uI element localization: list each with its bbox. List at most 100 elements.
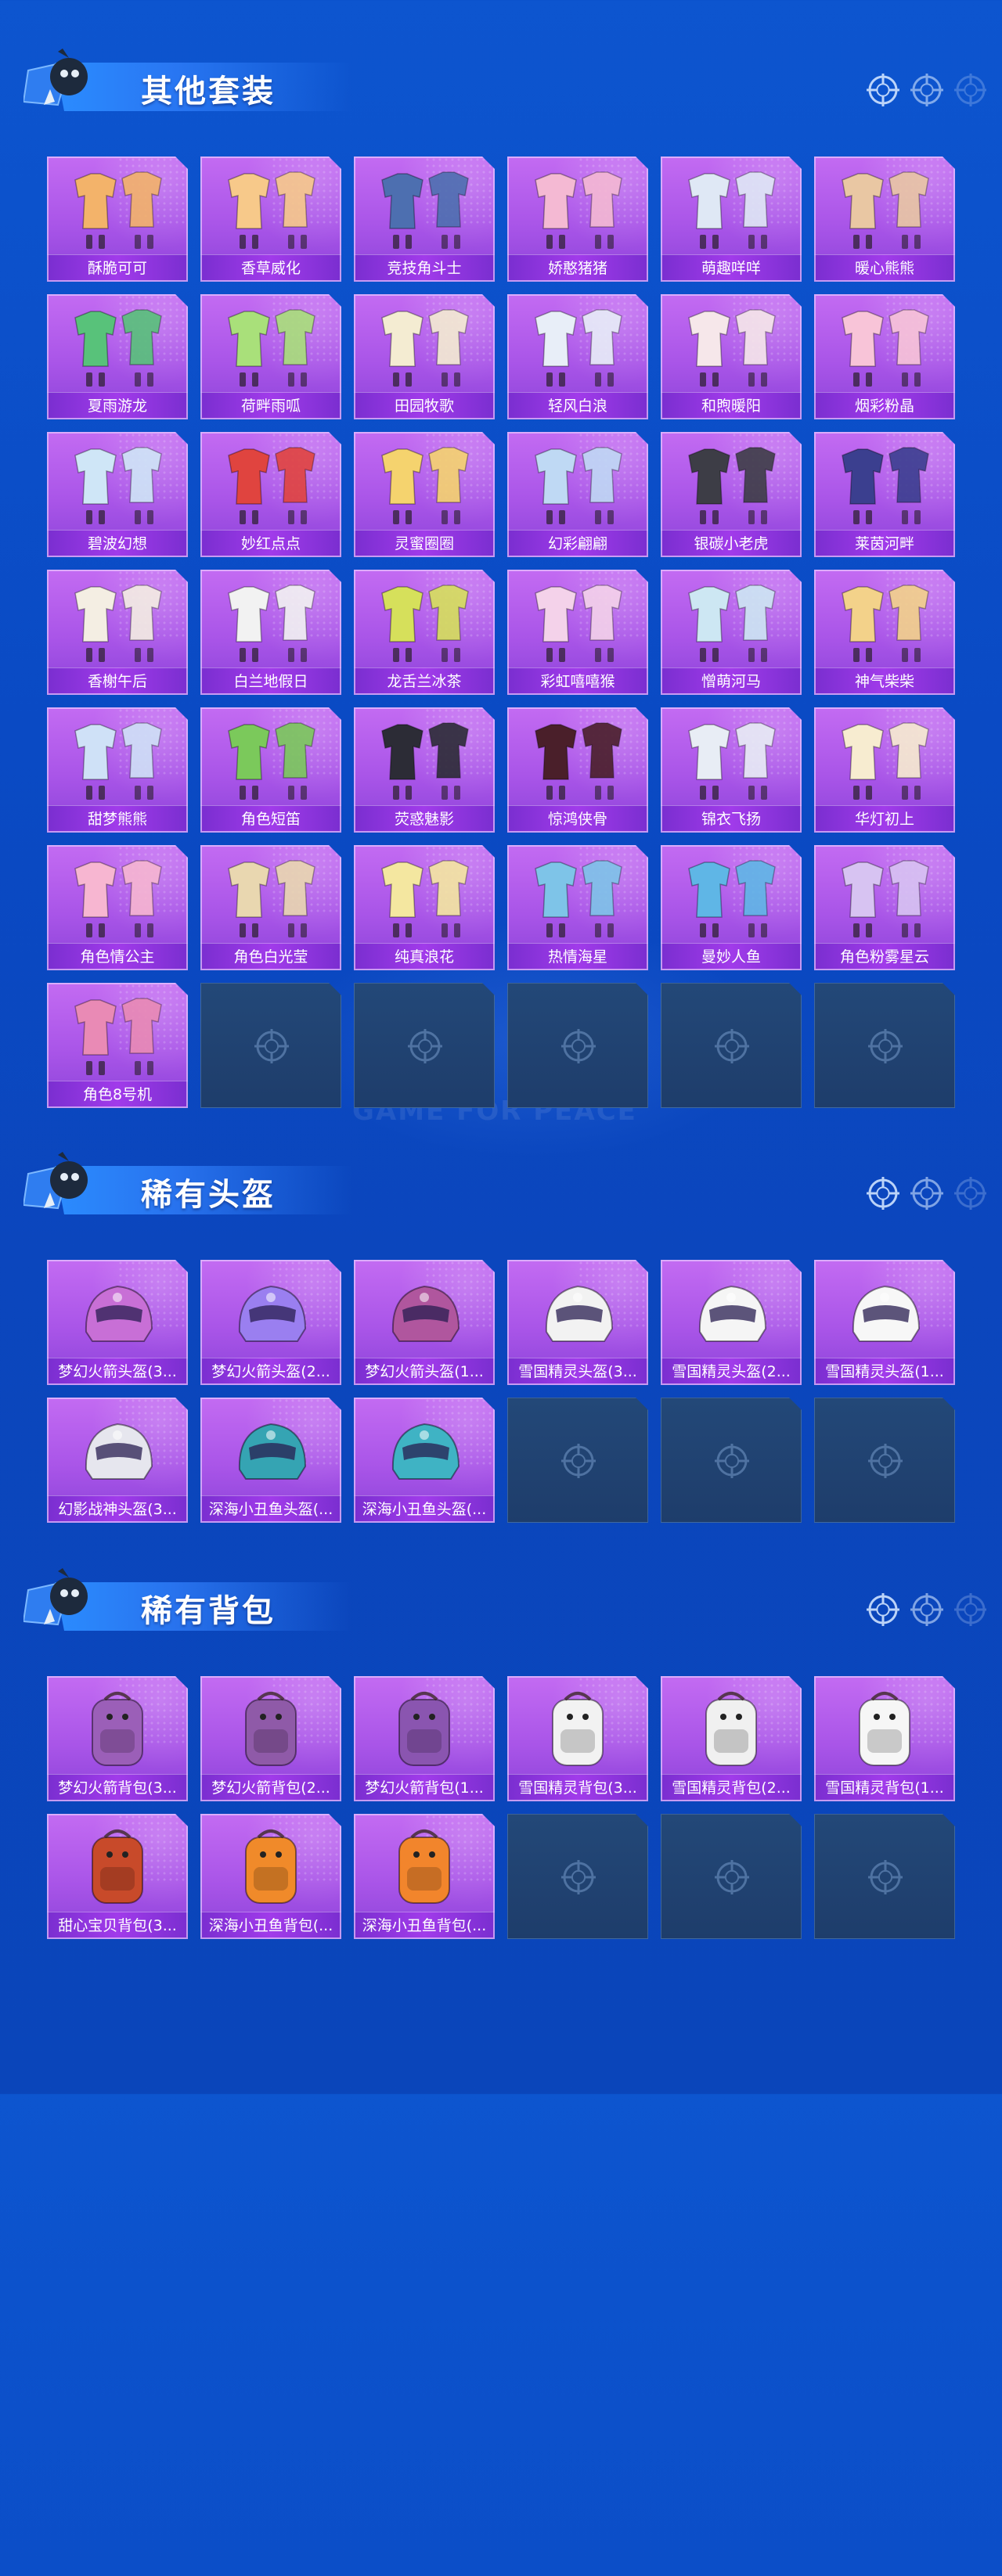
item-card[interactable]: 梦幻火箭头盔(3... (47, 1260, 188, 1385)
item-thumbnail (842, 860, 929, 937)
empty-slot (507, 1814, 648, 1939)
item-card[interactable]: 莱茵河畔 (814, 432, 955, 557)
item-name: 和煦暖阳 (661, 392, 802, 419)
item-thumbnail (238, 1423, 307, 1480)
item-card[interactable]: 热情海星 (507, 845, 648, 970)
item-card[interactable]: 彩虹嘻嘻猴 (507, 570, 648, 695)
item-name: 幻彩翩翩 (507, 530, 648, 557)
item-card[interactable]: 竞技角斗士 (354, 157, 495, 282)
item-name: 龙舌兰冰茶 (354, 667, 495, 695)
item-name: 莱茵河畔 (814, 530, 955, 557)
item-card[interactable]: 角色白光莹 (200, 845, 341, 970)
item-card[interactable]: 银碳小老虎 (661, 432, 802, 557)
item-card[interactable]: 梦幻火箭背包(3... (47, 1676, 188, 1801)
item-card[interactable]: 华灯初上 (814, 707, 955, 833)
item-card[interactable]: 荧惑魅影 (354, 707, 495, 833)
item-card[interactable]: 烟彩粉晶 (814, 294, 955, 419)
item-thumbnail (535, 585, 622, 662)
item-card[interactable]: 梦幻火箭头盔(1... (354, 1260, 495, 1385)
item-card[interactable]: 幻影战神头盔(3... (47, 1398, 188, 1523)
item-card[interactable]: 角色短笛 (200, 707, 341, 833)
item-card[interactable]: 梦幻火箭背包(1... (354, 1676, 495, 1801)
item-card[interactable]: 雪国精灵头盔(3... (507, 1260, 648, 1385)
item-card[interactable]: 娇憨猪猪 (507, 157, 648, 282)
item-card[interactable]: 龙舌兰冰茶 (354, 570, 495, 695)
item-name: 萌趣咩咩 (661, 254, 802, 282)
item-card[interactable]: 甜梦熊熊 (47, 707, 188, 833)
item-name: 妙红点点 (200, 530, 341, 557)
item-thumbnail (238, 1285, 307, 1342)
item-name: 香草威化 (200, 254, 341, 282)
section-title: 稀有头盔 (141, 1177, 276, 1213)
item-card[interactable]: 锦衣飞扬 (661, 707, 802, 833)
item-thumbnail (391, 1285, 460, 1342)
item-card[interactable]: 雪国精灵背包(3... (507, 1676, 648, 1801)
item-thumbnail (842, 171, 929, 249)
item-name: 轻风白浪 (507, 392, 648, 419)
item-card[interactable]: 甜心宝贝背包(3... (47, 1814, 188, 1939)
item-card[interactable]: 灵蜜圈圈 (354, 432, 495, 557)
item-thumbnail (535, 309, 622, 387)
item-name: 竞技角斗士 (354, 254, 495, 282)
item-thumbnail (688, 447, 776, 524)
item-thumbnail (842, 722, 929, 800)
item-name: 角色情公主 (47, 943, 188, 970)
crosshair-icon (868, 1029, 903, 1063)
item-card[interactable]: 梦幻火箭背包(2... (200, 1676, 341, 1801)
item-card[interactable]: 白兰地假日 (200, 570, 341, 695)
item-card[interactable]: 香榭午后 (47, 570, 188, 695)
item-card[interactable]: 幻彩翩翩 (507, 432, 648, 557)
item-card[interactable]: 纯真浪花 (354, 845, 495, 970)
item-thumbnail (688, 722, 776, 800)
empty-slot (814, 1398, 955, 1523)
item-card[interactable]: 雪国精灵背包(2... (661, 1676, 802, 1801)
item-card[interactable]: 雪国精灵头盔(1... (814, 1260, 955, 1385)
item-thumbnail (535, 722, 622, 800)
item-name: 纯真浪花 (354, 943, 495, 970)
item-card[interactable]: 深海小丑鱼头盔(... (354, 1398, 495, 1523)
item-thumbnail (381, 309, 469, 387)
item-card[interactable]: 荷畔雨呱 (200, 294, 341, 419)
section-1: 其他套装 酥脆可可 香草威化 竞技角斗士 娇憨猪猪 萌趣咩咩 暖心熊熊 夏雨游龙 荷畔雨呱 田园牧… (0, 39, 1002, 1108)
item-card[interactable]: 深海小丑鱼头盔(... (200, 1398, 341, 1523)
item-card[interactable]: 神气柴柴 (814, 570, 955, 695)
item-thumbnail (398, 1692, 450, 1766)
item-card[interactable]: 夏雨游龙 (47, 294, 188, 419)
item-grid: 酥脆可可 香草威化 竞技角斗士 娇憨猪猪 萌趣咩咩 暖心熊熊夏雨游龙 荷畔雨呱 田园牧歌 轻风白… (47, 157, 957, 1121)
item-card[interactable]: 雪国精灵背包(1... (814, 1676, 955, 1801)
item-card[interactable]: 角色情公主 (47, 845, 188, 970)
item-name: 角色粉雾星云 (814, 943, 955, 970)
item-thumbnail (228, 171, 315, 249)
item-card[interactable]: 暖心熊熊 (814, 157, 955, 282)
item-card[interactable]: 香草威化 (200, 157, 341, 282)
item-thumbnail (852, 1285, 921, 1342)
item-card[interactable]: 轻风白浪 (507, 294, 648, 419)
crosshair-icon (561, 1860, 596, 1894)
item-card[interactable]: 妙红点点 (200, 432, 341, 557)
crosshair-decoration (864, 1592, 987, 1628)
item-card[interactable]: 田园牧歌 (354, 294, 495, 419)
item-card[interactable]: 雪国精灵头盔(2... (661, 1260, 802, 1385)
item-card[interactable]: 角色8号机 (47, 983, 188, 1108)
item-thumbnail (842, 309, 929, 387)
item-card[interactable]: 碧波幻想 (47, 432, 188, 557)
item-name: 梦幻火箭头盔(1... (354, 1358, 495, 1385)
item-card[interactable]: 深海小丑鱼背包(... (354, 1814, 495, 1939)
crosshair-icon (715, 1444, 749, 1478)
item-thumbnail (535, 447, 622, 524)
item-card[interactable]: 梦幻火箭头盔(2... (200, 1260, 341, 1385)
item-card[interactable]: 角色粉雾星云 (814, 845, 955, 970)
item-card[interactable]: 深海小丑鱼背包(... (200, 1814, 341, 1939)
item-name: 甜梦熊熊 (47, 805, 188, 833)
item-thumbnail (688, 585, 776, 662)
item-thumbnail (245, 1692, 297, 1766)
item-card[interactable]: 酥脆可可 (47, 157, 188, 282)
item-card[interactable]: 曼妙人鱼 (661, 845, 802, 970)
item-card[interactable]: 萌趣咩咩 (661, 157, 802, 282)
item-card[interactable]: 惊鸿侠骨 (507, 707, 648, 833)
outfit-icon (22, 47, 102, 111)
item-card[interactable]: 和煦暖阳 (661, 294, 802, 419)
item-name: 梦幻火箭背包(1... (354, 1774, 495, 1801)
item-name: 角色白光莹 (200, 943, 341, 970)
item-card[interactable]: 憎萌河马 (661, 570, 802, 695)
